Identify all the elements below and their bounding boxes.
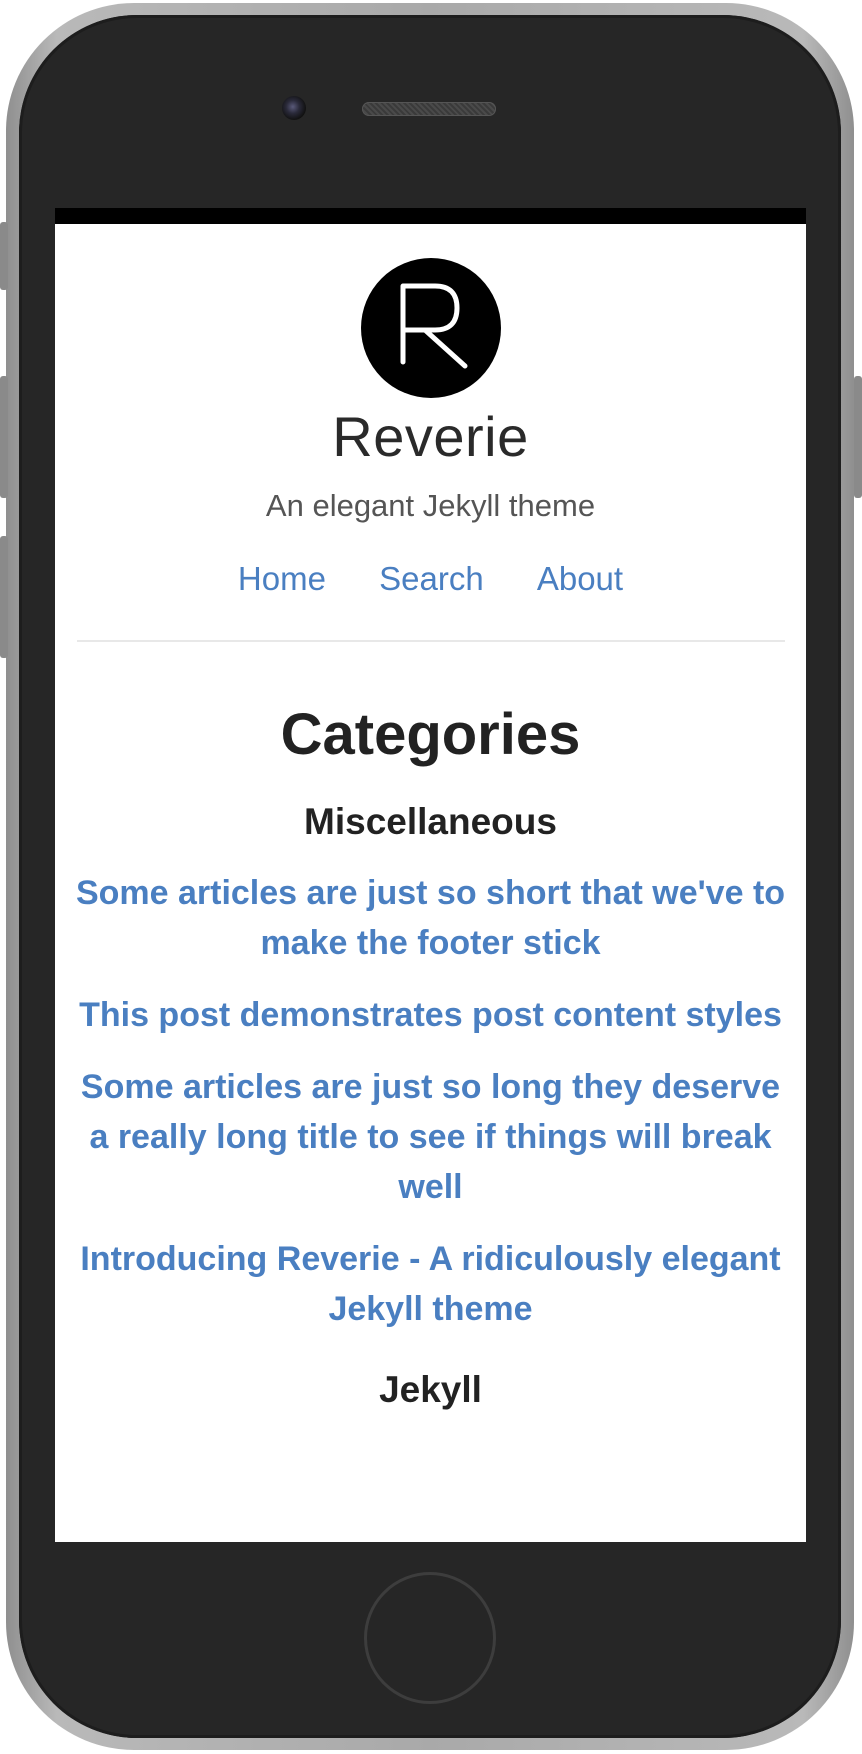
r-monogram-icon [400, 283, 468, 369]
site-logo[interactable] [361, 258, 501, 398]
volume-down-button [0, 536, 8, 658]
post-link[interactable]: This post demonstrates post content styl… [55, 990, 806, 1040]
status-bar [55, 208, 806, 224]
site-title[interactable]: Reverie [55, 404, 806, 469]
post-link[interactable]: Some articles are just so short that we'… [55, 868, 806, 968]
main-content: Categories Miscellaneous Some articles a… [55, 700, 806, 1436]
earpiece-speaker [362, 102, 496, 116]
browser-viewport: Reverie An elegant Jekyll theme Home Sea… [55, 208, 806, 1542]
category-heading-miscellaneous: Miscellaneous [304, 800, 557, 842]
category-heading-jekyll: Jekyll [379, 1368, 482, 1410]
front-camera [282, 96, 306, 120]
nav-search-link[interactable]: Search [379, 560, 484, 597]
nav-home-link[interactable]: Home [238, 560, 326, 597]
nav-about-link[interactable]: About [537, 560, 623, 597]
mute-switch [0, 222, 8, 290]
post-link[interactable]: Introducing Reverie - A ridiculously ele… [55, 1234, 806, 1334]
page-title: Categories [280, 702, 581, 767]
power-button [854, 376, 862, 498]
home-button[interactable] [364, 1572, 496, 1704]
site-description: An elegant Jekyll theme [265, 488, 596, 523]
header-divider [77, 640, 785, 642]
volume-up-button [0, 376, 8, 498]
main-nav: Home Search About [55, 560, 806, 598]
post-link[interactable]: Some articles are just so long they dese… [55, 1062, 806, 1212]
